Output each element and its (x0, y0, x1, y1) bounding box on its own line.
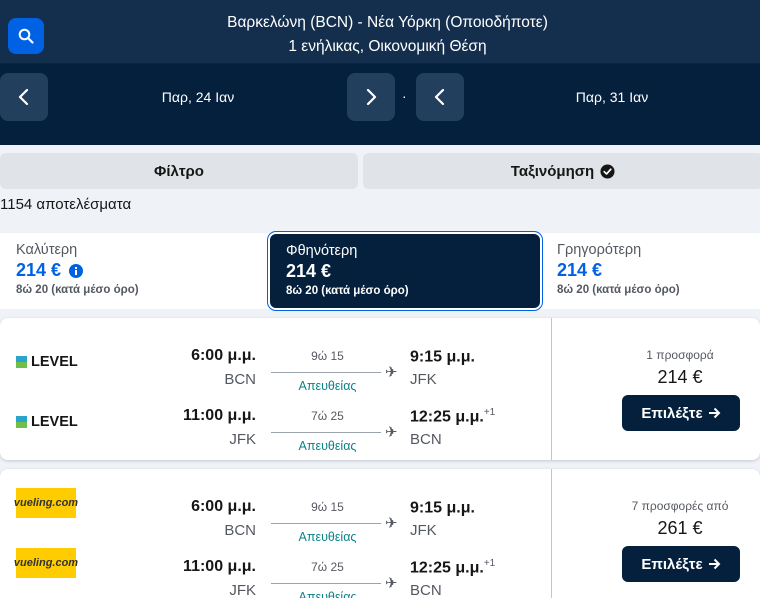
filter-label: Φίλτρο (154, 162, 204, 180)
arrival-airport: BCN (410, 582, 442, 598)
chevron-right-icon (366, 89, 377, 105)
route-title: Βαρκελώνη (BCN) - Νέα Υόρκη (Οποιοδήποτε… (227, 14, 548, 31)
flight-duration: 9ώ 15 (311, 349, 344, 363)
arrival-airport: JFK (410, 522, 437, 539)
search-summary-bar[interactable]: Βαρκελώνη (BCN) - Νέα Υόρκη (Οποιοδήποτε… (0, 0, 760, 64)
arrival-time: 12:25 μ.μ.+1 (410, 407, 496, 426)
airline-logo: vueling.com (14, 548, 78, 578)
chevron-left-icon (18, 89, 29, 105)
passenger-summary: 1 ενήλικας, Οικονομική Θέση (288, 38, 487, 55)
departure-time: 6:00 μ.μ. (191, 498, 256, 515)
departure-airport: JFK (229, 582, 256, 598)
route-line (271, 432, 381, 433)
route-line (271, 583, 381, 584)
departure-airport: BCN (224, 371, 256, 388)
level-logo-icon (16, 416, 27, 428)
departure-time: 11:00 μ.μ. (183, 407, 256, 424)
select-label: Επιλέξτε (641, 555, 703, 573)
sort-label: Ταξινόμηση (510, 162, 595, 180)
check-circle-icon (600, 163, 615, 179)
sort-button[interactable]: Ταξινόμηση (363, 153, 760, 189)
select-button[interactable]: Επιλέξτε (622, 546, 740, 582)
sort-option-title: Καλύτερη (16, 242, 78, 258)
offers-count: 7 προσφορές από (631, 499, 729, 513)
airline-name: vueling.com (14, 488, 78, 518)
stops-label: Απευθείας (298, 439, 357, 453)
flight-duration: 7ώ 25 (311, 560, 344, 574)
level-logo-icon (16, 356, 27, 368)
sort-option-duration: 8ώ 20 (κατά μέσο όρο) (557, 284, 680, 296)
result-card[interactable]: vueling.com 6:00 μ.μ. BCN 9ώ 15 ✈ Απευθε… (0, 469, 760, 598)
return-prev-button[interactable] (416, 73, 464, 121)
departure-airport: JFK (229, 431, 256, 448)
depart-date[interactable]: Παρ, 24 Ιαν (48, 89, 348, 105)
depart-next-button[interactable] (347, 73, 395, 121)
departure-airport: BCN (224, 522, 256, 539)
date-separator: · (402, 88, 407, 104)
airline-logo: LEVEL (16, 414, 78, 430)
airline-name: LEVEL (31, 354, 78, 370)
sort-option-duration: 8ώ 20 (κατά μέσο όρο) (16, 284, 139, 296)
arrival-time: 12:25 μ.μ.+1 (410, 558, 496, 577)
sort-options-bar: Καλύτερη 214 € 8ώ 20 (κατά μέσο όρο) Φθη… (0, 231, 760, 311)
arrival-airport: BCN (410, 431, 442, 448)
route-line (271, 523, 381, 524)
airline-logo: vueling.com (14, 488, 78, 518)
search-icon (18, 28, 34, 44)
arrival-time: 9:15 μ.μ. (410, 499, 475, 517)
flight-duration: 7ώ 25 (311, 409, 344, 423)
chevron-left-icon (434, 89, 445, 105)
sort-option-duration: 8ώ 20 (κατά μέσο όρο) (286, 285, 409, 297)
result-price: 214 € (657, 367, 703, 387)
route-line (271, 372, 381, 373)
return-date[interactable]: Παρ, 31 Ιαν (464, 89, 760, 105)
result-card[interactable]: LEVEL 6:00 μ.μ. BCN 9ώ 15 ✈ Απευθείας 9:… (0, 318, 760, 460)
airline-name: vueling.com (14, 548, 78, 578)
select-button[interactable]: Επιλέξτε (622, 395, 740, 431)
arrow-right-icon (708, 558, 721, 570)
day-offset: +1 (483, 407, 496, 418)
sort-option-cheapest[interactable]: Φθηνότερη 214 € 8ώ 20 (κατά μέσο όρο) (267, 231, 543, 311)
departure-time: 6:00 μ.μ. (191, 347, 256, 364)
result-price: 261 € (657, 518, 703, 538)
stops-label: Απευθείας (298, 590, 357, 598)
stops-label: Απευθείας (298, 530, 357, 544)
outbound-leg: LEVEL 6:00 μ.μ. BCN 9ώ 15 ✈ Απευθείας 9:… (0, 332, 551, 393)
search-header: Βαρκελώνη (BCN) - Νέα Υόρκη (Οποιοδήποτε… (0, 0, 760, 145)
arrival-time: 9:15 μ.μ. (410, 348, 475, 366)
return-leg: LEVEL 11:00 μ.μ. JFK 7ώ 25 ✈ Απευθείας 1… (0, 392, 551, 453)
sort-option-price: 214 € (16, 260, 62, 280)
sort-option-fastest[interactable]: Γρηγορότερη 214 € 8ώ 20 (κατά μέσο όρο) (541, 233, 760, 309)
info-icon[interactable] (69, 263, 84, 278)
depart-prev-button[interactable] (0, 73, 48, 121)
offers-count: 1 προσφορά (646, 348, 714, 362)
stops-label: Απευθείας (298, 379, 357, 393)
card-divider (551, 469, 552, 598)
search-button[interactable] (8, 18, 44, 54)
sort-option-title: Γρηγορότερη (557, 242, 642, 258)
results-count: 1154 αποτελέσματα (0, 196, 132, 213)
select-label: Επιλέξτε (641, 404, 703, 422)
sort-option-price: 214 € (286, 261, 332, 281)
filter-button[interactable]: Φίλτρο (0, 153, 358, 189)
return-leg: vueling.com 11:00 μ.μ. JFK 7ώ 25 ✈ Απευθ… (0, 543, 551, 598)
sort-option-title: Φθηνότερη (286, 243, 358, 259)
flight-duration: 9ώ 15 (311, 500, 344, 514)
airline-logo: LEVEL (16, 354, 78, 370)
airline-name: LEVEL (31, 414, 78, 430)
departure-time: 11:00 μ.μ. (183, 558, 256, 575)
sort-option-price: 214 € (557, 260, 603, 280)
outbound-leg: vueling.com 6:00 μ.μ. BCN 9ώ 15 ✈ Απευθε… (0, 483, 551, 544)
card-divider (551, 318, 552, 460)
arrow-right-icon (708, 407, 721, 419)
arrival-airport: JFK (410, 371, 437, 388)
sort-option-best[interactable]: Καλύτερη 214 € 8ώ 20 (κατά μέσο όρο) (0, 233, 268, 309)
day-offset: +1 (483, 558, 496, 569)
